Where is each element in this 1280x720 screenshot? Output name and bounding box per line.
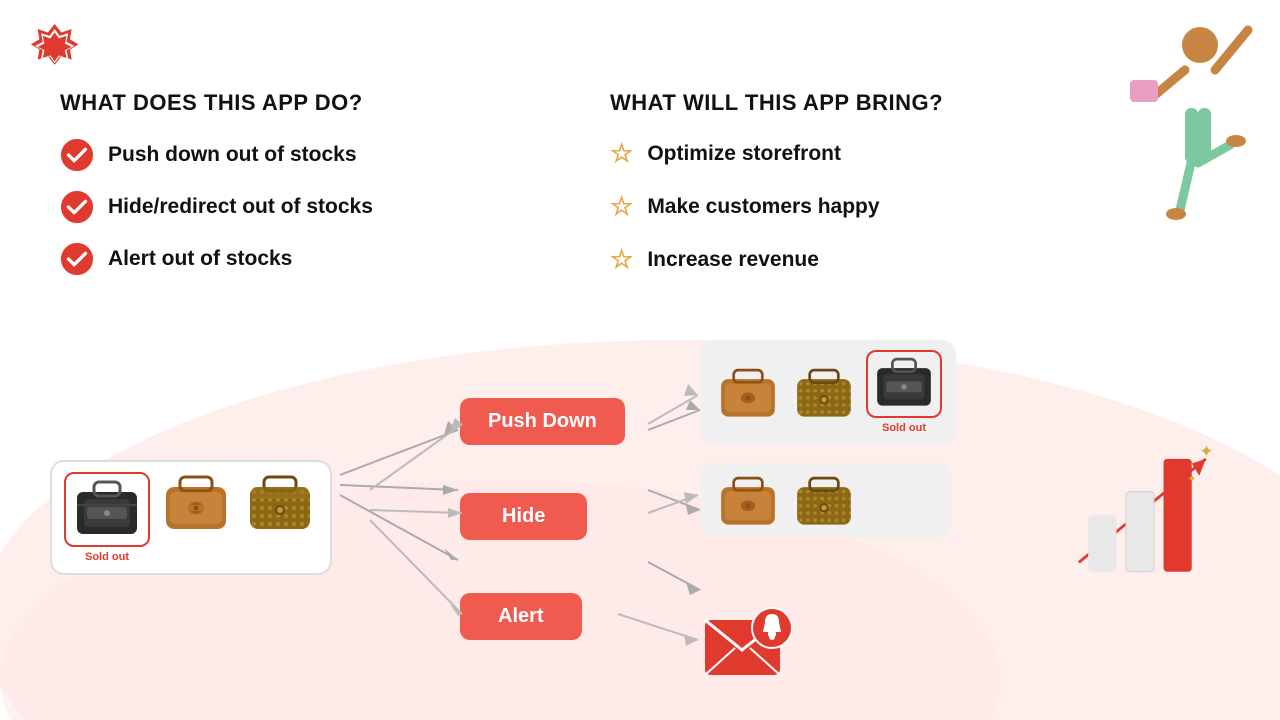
dancer-figure xyxy=(1100,0,1260,240)
source-bag-3 xyxy=(242,472,318,532)
hide-button[interactable]: Hide xyxy=(460,493,587,540)
benefit-list: ☆ Optimize storefront ☆ Make customers h… xyxy=(610,138,1110,275)
check-icon-1 xyxy=(60,138,94,172)
svg-text:✦: ✦ xyxy=(1187,473,1196,485)
benefit-item-2: ☆ Make customers happy xyxy=(610,191,1110,222)
source-bag-2 xyxy=(158,472,234,532)
source-bags-box: Sold out xyxy=(50,460,332,575)
benefit-item-3: ☆ Increase revenue xyxy=(610,244,1110,275)
bar-chart: ✦ ✦ xyxy=(1060,440,1220,580)
left-title: WHAT DOES THIS APP DO? xyxy=(60,90,560,116)
right-title: WHAT WILL THIS APP BRING? xyxy=(610,90,1110,116)
benefit-label-2: Make customers happy xyxy=(647,195,879,219)
benefit-item-1: ☆ Optimize storefront xyxy=(610,138,1110,169)
svg-text:✦: ✦ xyxy=(1199,442,1213,461)
right-section: WHAT WILL THIS APP BRING? ☆ Optimize sto… xyxy=(610,90,1110,297)
alert-button[interactable]: Alert xyxy=(460,593,582,640)
feature-item-3: Alert out of stocks xyxy=(60,242,560,276)
feature-label-2: Hide/redirect out of stocks xyxy=(108,195,373,219)
check-icon-3 xyxy=(60,242,94,276)
source-bag-1: Sold out xyxy=(64,472,150,563)
left-section: WHAT DOES THIS APP DO? Push down out of … xyxy=(60,90,560,294)
feature-item-1: Push down out of stocks xyxy=(60,138,560,172)
benefit-label-1: Optimize storefront xyxy=(647,142,841,166)
star-icon-3: ☆ xyxy=(610,244,633,275)
check-icon-2 xyxy=(60,190,94,224)
sold-out-badge-1: Sold out xyxy=(85,551,129,563)
push-down-button[interactable]: Push Down xyxy=(460,398,625,445)
hide-result xyxy=(700,463,952,538)
feature-item-2: Hide/redirect out of stocks xyxy=(60,190,560,224)
benefit-label-3: Increase revenue xyxy=(647,248,819,272)
sold-out-badge-2: Sold out xyxy=(882,422,926,434)
app-logo xyxy=(30,18,82,75)
star-icon-2: ☆ xyxy=(610,191,633,222)
alert-envelope xyxy=(700,600,800,695)
feature-label-1: Push down out of stocks xyxy=(108,143,357,167)
feature-label-3: Alert out of stocks xyxy=(108,247,292,271)
star-icon-1: ☆ xyxy=(610,138,633,169)
feature-list: Push down out of stocks Hide/redirect ou… xyxy=(60,138,560,276)
push-down-result: Sold out xyxy=(700,340,956,444)
